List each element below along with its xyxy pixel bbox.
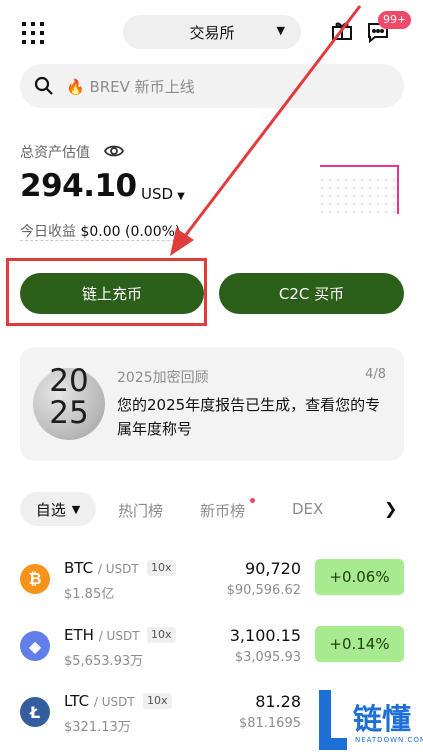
exchange-switch-button[interactable]: 交易所 ▼ xyxy=(123,15,301,49)
caret-down-icon: ▼ xyxy=(177,191,185,202)
today-earnings-value: $0.00 (0.00%) xyxy=(80,224,181,240)
watermark-text: 链懂 xyxy=(353,702,412,736)
search-bar[interactable]: 🔥 BREV 新币上线 xyxy=(20,64,404,108)
earnings-underline xyxy=(20,240,190,241)
tab-new[interactable]: 新币榜 xyxy=(200,500,245,521)
total-assets-label: 总资产估值 xyxy=(20,145,90,161)
last-price: 3,100.15 xyxy=(229,626,301,645)
recap-year-badge: 20 25 xyxy=(31,365,107,429)
pair-base: BTC xyxy=(64,559,94,577)
c2c-buy-button[interactable]: C2C 买币 xyxy=(219,273,404,314)
pair-quote: / USDT xyxy=(97,562,139,576)
change-badge[interactable]: +0.06% xyxy=(315,559,404,595)
new-indicator-dot xyxy=(250,498,255,503)
recap-page-indicator: 4/8 xyxy=(365,367,386,382)
leverage-badge: 10x xyxy=(147,560,176,576)
asset-sparkline xyxy=(316,158,406,218)
tab-favorites-label: 自选 xyxy=(35,500,66,519)
bitcoin-icon: ₿ xyxy=(20,564,50,594)
caret-down-icon: ▼ xyxy=(276,24,285,37)
tab-hot[interactable]: 热门榜 xyxy=(118,500,163,521)
pair-label: LTC / USDT xyxy=(64,692,135,710)
volume: $5,653.93万 xyxy=(64,654,144,669)
annual-recap-card[interactable]: 20 25 2025加密回顾 4/8 您的2025年度报告已生成，查看您的专属年… xyxy=(20,347,404,461)
currency-label: USD xyxy=(141,185,174,203)
search-placeholder: 🔥 BREV 新币上线 xyxy=(66,78,195,96)
market-row[interactable]: ◆ ETH / USDT 10x $5,653.93万 3,100.15 $3,… xyxy=(0,620,423,686)
fiat-price: $90,596.62 xyxy=(226,583,301,598)
watermark-subtext: NEATDOWN.COM xyxy=(355,736,423,744)
recap-description: 您的2025年度报告已生成，查看您的专属年度称号 xyxy=(117,396,381,438)
last-price: 81.28 xyxy=(255,692,301,711)
site-watermark: 链懂 NEATDOWN.COM xyxy=(309,684,423,756)
pair-quote: / USDT xyxy=(98,629,140,643)
fiat-price: $3,095.93 xyxy=(234,650,301,665)
tab-dex[interactable]: DEX xyxy=(292,500,323,518)
message-count-badge: 99+ xyxy=(378,11,412,29)
market-tabs: 自选 ▼ 热门榜 新币榜 DEX ❯ xyxy=(20,492,423,526)
top-bar: 交易所 ▼ 99+ xyxy=(0,0,423,64)
watermark-logo xyxy=(319,690,347,750)
last-price: 90,720 xyxy=(245,559,301,578)
recap-year-top: 20 xyxy=(49,363,89,399)
change-badge[interactable]: +0.14% xyxy=(315,626,404,662)
pair-label: ETH / USDT xyxy=(64,626,140,644)
litecoin-icon: Ł xyxy=(20,697,50,727)
tab-favorites[interactable]: 自选 ▼ xyxy=(20,492,96,526)
volume: $1.85亿 xyxy=(64,587,115,602)
today-earnings-label: 今日收益 xyxy=(20,224,76,240)
leverage-badge: 10x xyxy=(147,627,176,643)
pair-label: BTC / USDT xyxy=(64,559,139,577)
exchange-label: 交易所 xyxy=(189,23,235,42)
recap-title: 2025加密回顾 xyxy=(117,370,209,386)
chevron-right-icon[interactable]: ❯ xyxy=(384,499,397,518)
leverage-badge: 10x xyxy=(143,693,172,709)
gift-icon[interactable] xyxy=(330,18,354,42)
volume: $321.13万 xyxy=(64,720,131,735)
fiat-price: $81.1695 xyxy=(238,716,301,731)
market-row[interactable]: ₿ BTC / USDT 10x $1.85亿 90,720 $90,596.6… xyxy=(0,553,423,619)
pair-base: LTC xyxy=(64,692,90,710)
total-balance: 294.10 xyxy=(20,168,137,204)
pair-base: ETH xyxy=(64,626,94,644)
ethereum-icon: ◆ xyxy=(20,631,50,661)
caret-down-icon: ▼ xyxy=(71,502,81,516)
search-icon xyxy=(34,76,54,96)
apps-grid-icon[interactable] xyxy=(22,22,44,44)
today-earnings[interactable]: 今日收益 $0.00 (0.00%) xyxy=(20,221,180,241)
recap-year-bottom: 25 xyxy=(49,395,89,431)
currency-selector[interactable]: USD ▼ xyxy=(141,185,185,203)
annotation-highlight-box xyxy=(6,258,207,326)
pair-quote: / USDT xyxy=(93,695,135,709)
eye-icon[interactable] xyxy=(103,142,125,160)
